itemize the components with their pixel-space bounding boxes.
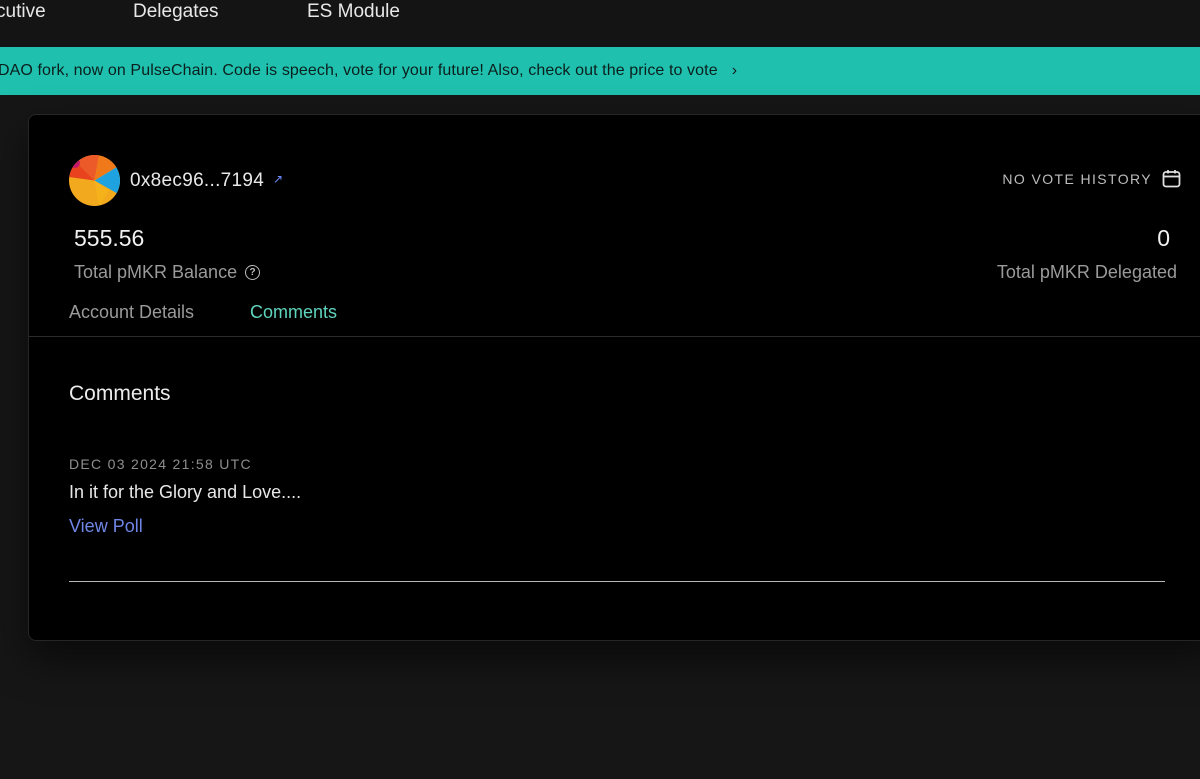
tab-comments[interactable]: Comments	[250, 302, 337, 323]
vote-history-label: NO VOTE HISTORY	[1002, 170, 1152, 187]
comment-text: In it for the Glory and Love....	[69, 482, 302, 502]
external-link-icon[interactable]: ↗	[273, 172, 283, 186]
avatar-pattern-icon	[69, 155, 120, 206]
comment-date: DEC 03 2024 21:58 UTC	[69, 456, 252, 472]
chevron-right-icon: ›	[731, 62, 738, 79]
balance-value: 555.56	[74, 225, 145, 251]
nav-item-executive[interactable]: cutive	[0, 0, 46, 24]
tab-account-details[interactable]: Account Details	[69, 302, 194, 323]
avatar	[69, 155, 120, 206]
balance-label: Total pMKR Balance	[74, 262, 238, 282]
vote-history-button[interactable]: NO VOTE HISTORY	[1002, 169, 1181, 188]
delegate-address-link[interactable]: 0x8ec96...7194	[130, 170, 264, 192]
announcement-banner[interactable]: DAO fork, now on PulseChain. Code is spe…	[0, 47, 1200, 95]
calendar-icon	[1162, 170, 1181, 188]
help-icon[interactable]: ?	[245, 265, 261, 280]
tabs-divider	[29, 336, 1200, 337]
view-poll-link[interactable]: View Poll	[69, 516, 143, 537]
comments-section-title: Comments	[69, 382, 171, 405]
nav-item-es-module[interactable]: ES Module	[307, 0, 400, 24]
top-navigation: cutive Delegates ES Module	[0, 0, 1200, 47]
delegate-card: 0x8ec96...7194 ↗ NO VOTE HISTORY 555.56 …	[28, 114, 1200, 641]
balance-label-row: Total pMKR Balance ?	[74, 262, 261, 283]
delegated-label: Total pMKR Delegated	[996, 262, 1177, 282]
delegated-value: 0	[1157, 225, 1170, 251]
comment-divider	[69, 581, 1165, 582]
banner-text: DAO fork, now on PulseChain. Code is spe…	[0, 62, 718, 79]
nav-item-delegates[interactable]: Delegates	[133, 0, 219, 24]
